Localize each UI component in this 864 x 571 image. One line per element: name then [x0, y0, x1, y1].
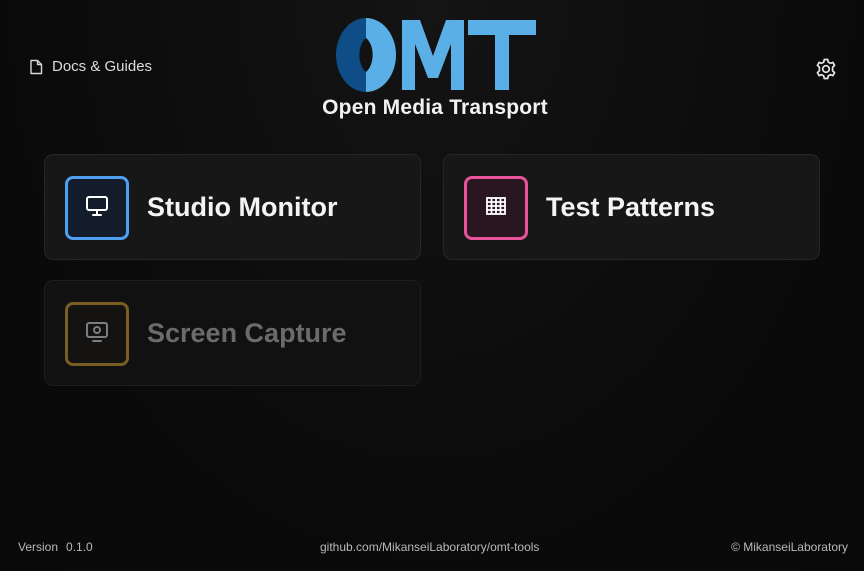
test-patterns-card[interactable]: Test Patterns	[443, 154, 820, 260]
screen-capture-card: Screen Capture	[44, 280, 421, 386]
logo-caption: Open Media Transport	[322, 96, 548, 119]
copyright: © MikanseiLaboratory	[731, 540, 848, 554]
repo-link[interactable]: github.com/MikanseiLaboratory/omt-tools	[320, 540, 539, 554]
studio-monitor-label: Studio Monitor	[147, 191, 338, 222]
studio-monitor-icon-box	[65, 176, 129, 240]
gear-icon	[814, 58, 838, 85]
screen-capture-icon	[84, 319, 110, 350]
settings-button[interactable]	[814, 57, 838, 81]
screen-capture-label: Screen Capture	[147, 317, 347, 348]
app-window: Docs & Guides Open Media Transport Studi…	[0, 0, 864, 571]
version-number: 0.1.0	[66, 540, 93, 554]
docs-guides-link[interactable]: Docs & Guides	[29, 58, 152, 75]
screen-capture-icon-box	[65, 302, 129, 366]
version-info: Version 0.1.0	[18, 540, 93, 554]
omt-logo: Open Media Transport	[300, 12, 570, 127]
test-patterns-icon-box	[464, 176, 528, 240]
version-label: Version	[18, 540, 59, 554]
document-icon	[29, 59, 43, 75]
test-patterns-label: Test Patterns	[546, 191, 716, 222]
grid-icon	[483, 193, 509, 224]
studio-monitor-card[interactable]: Studio Monitor	[44, 154, 421, 260]
monitor-icon	[84, 193, 110, 224]
docs-guides-label: Docs & Guides	[52, 58, 153, 75]
